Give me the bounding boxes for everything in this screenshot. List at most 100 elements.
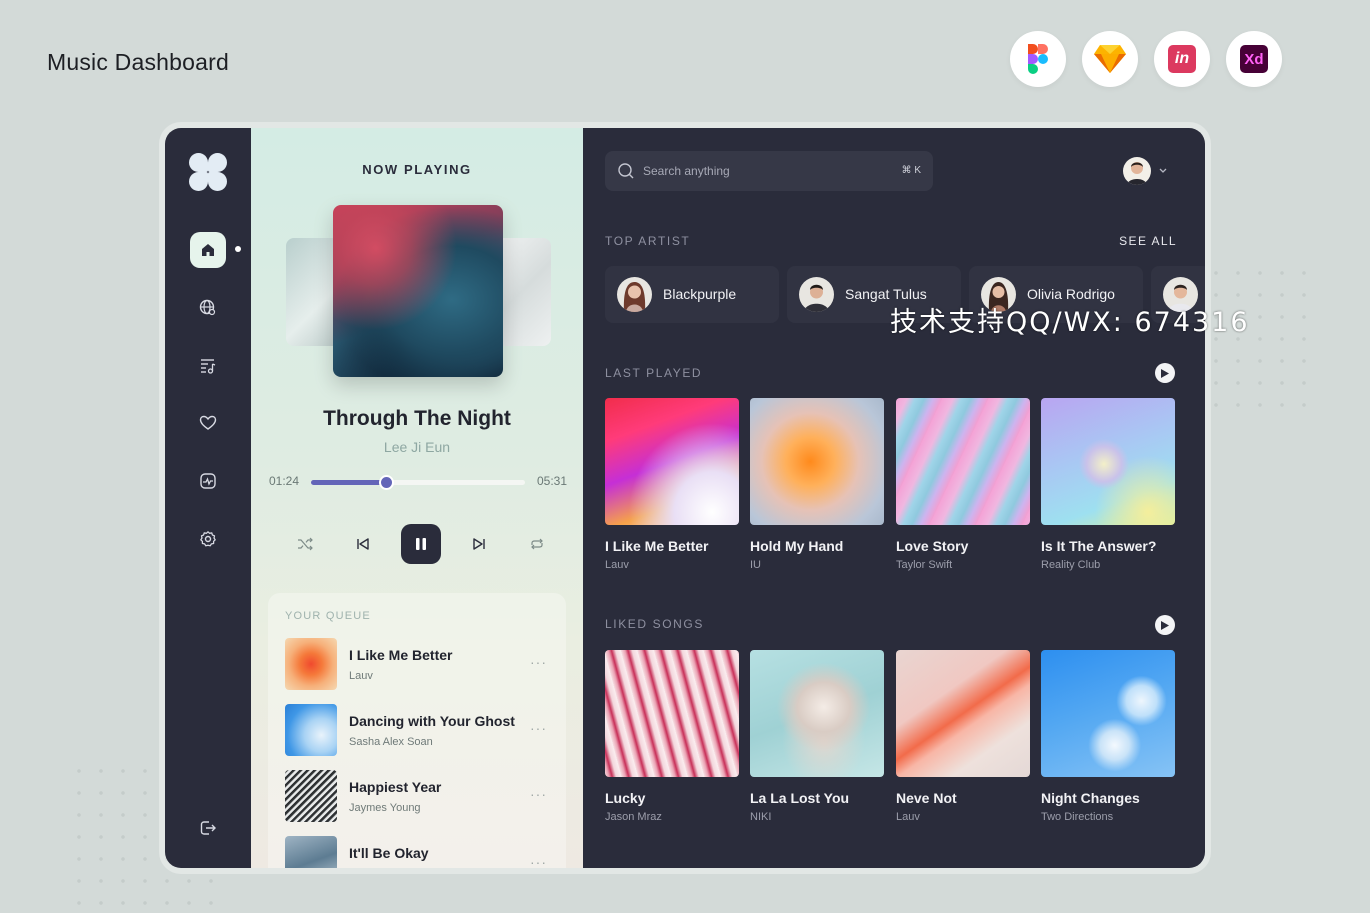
sidebar-item-explore[interactable] bbox=[190, 290, 226, 326]
shuffle-icon bbox=[298, 537, 313, 551]
figma-icon bbox=[1010, 31, 1066, 87]
queue-item-title: It'll Be Okay bbox=[349, 845, 429, 861]
sidebar-item-settings[interactable] bbox=[190, 521, 226, 557]
queue-label: YOUR QUEUE bbox=[285, 610, 371, 622]
album-artist: Lauv bbox=[896, 811, 920, 823]
next-button[interactable] bbox=[459, 524, 499, 564]
progress-fill bbox=[311, 480, 386, 485]
artist-avatar bbox=[617, 277, 652, 312]
album-artist: IU bbox=[750, 559, 761, 571]
invision-label: in bbox=[1168, 45, 1196, 73]
play-liked-songs-button[interactable] bbox=[1155, 615, 1175, 635]
search-bar[interactable]: Search anything ⌘ K bbox=[605, 151, 933, 191]
more-options-button[interactable]: ··· bbox=[530, 654, 547, 670]
more-options-button[interactable]: ··· bbox=[530, 720, 547, 736]
page-title: Music Dashboard bbox=[47, 49, 229, 75]
queue-item[interactable]: It'll Be Okay ··· bbox=[285, 836, 555, 868]
album-card[interactable]: Neve Not Lauv bbox=[896, 650, 1030, 823]
queue-item-artist: Lauv bbox=[349, 670, 373, 682]
queue-item-artist: Jaymes Young bbox=[349, 802, 421, 814]
artist-chip[interactable]: Blackpurple bbox=[605, 266, 779, 323]
activity-icon bbox=[200, 473, 216, 489]
gear-icon bbox=[200, 531, 216, 547]
playlist-icon bbox=[201, 359, 216, 374]
album-artist: NIKI bbox=[750, 811, 772, 823]
album-artist: Two Directions bbox=[1041, 811, 1114, 823]
album-title: Love Story bbox=[896, 538, 969, 554]
skip-forward-icon bbox=[473, 538, 485, 550]
artist-name: Blackpurple bbox=[663, 286, 737, 302]
album-card[interactable]: La La Lost You NIKI bbox=[750, 650, 884, 823]
search-shortcut: ⌘ K bbox=[901, 165, 921, 176]
album-cover bbox=[1041, 398, 1175, 525]
sidebar-item-home[interactable] bbox=[190, 232, 226, 268]
pause-icon bbox=[416, 538, 426, 550]
repeat-button[interactable] bbox=[517, 524, 557, 564]
queue-item-artist: Sasha Alex Soan bbox=[349, 736, 433, 748]
album-cover bbox=[896, 398, 1030, 525]
album-artist: Reality Club bbox=[1041, 559, 1101, 571]
skip-back-icon bbox=[357, 538, 369, 550]
liked-songs-heading: LIKED SONGS bbox=[605, 617, 704, 631]
album-title: I Like Me Better bbox=[605, 538, 709, 554]
now-playing-panel: NOW PLAYING Through The Night Lee Ji Eun… bbox=[251, 128, 583, 868]
sidebar-item-playlist[interactable] bbox=[190, 348, 226, 384]
album-cover bbox=[750, 398, 884, 525]
queue-item[interactable]: Dancing with Your Ghost Sasha Alex Soan … bbox=[285, 704, 555, 756]
search-input[interactable]: Search anything bbox=[643, 164, 730, 178]
album-card[interactable]: Is It The Answer? Reality Club bbox=[1041, 398, 1175, 571]
user-avatar[interactable] bbox=[1123, 157, 1151, 185]
album-card[interactable]: Night Changes Two Directions bbox=[1041, 650, 1175, 823]
xd-label: Xd bbox=[1240, 45, 1268, 73]
play-icon bbox=[1161, 620, 1169, 630]
album-cover bbox=[750, 650, 884, 777]
more-options-button[interactable]: ··· bbox=[530, 786, 547, 802]
dot-grid-right bbox=[1205, 262, 1315, 422]
queue-item[interactable]: Happiest Year Jaymes Young ··· bbox=[285, 770, 555, 822]
top-artist-heading: TOP ARTIST bbox=[605, 234, 691, 248]
repeat-icon bbox=[531, 538, 543, 550]
watermark-text: 技术支持QQ/WX: 674316 bbox=[890, 307, 1250, 338]
album-cover bbox=[1041, 650, 1175, 777]
album-card[interactable]: Love Story Taylor Swift bbox=[896, 398, 1030, 571]
album-card[interactable]: Hold My Hand IU bbox=[750, 398, 884, 571]
album-art bbox=[333, 205, 503, 377]
adobe-xd-icon: Xd bbox=[1226, 31, 1282, 87]
album-title: Is It The Answer? bbox=[1041, 538, 1157, 554]
chevron-down-icon[interactable] bbox=[1158, 166, 1168, 179]
queue-thumbnail bbox=[285, 836, 337, 868]
song-title: Through The Night bbox=[323, 407, 511, 430]
progress-handle[interactable] bbox=[378, 475, 394, 490]
active-indicator bbox=[235, 246, 241, 252]
sketch-icon bbox=[1082, 31, 1138, 87]
queue-panel: YOUR QUEUE I Like Me Better Lauv ··· Dan… bbox=[268, 593, 566, 868]
sidebar-item-favorites[interactable] bbox=[190, 405, 226, 441]
queue-item-title: Dancing with Your Ghost bbox=[349, 713, 515, 729]
play-last-played-button[interactable] bbox=[1155, 363, 1175, 383]
logout-button[interactable] bbox=[190, 810, 226, 846]
album-artist: Taylor Swift bbox=[896, 559, 953, 571]
album-artist: Jason Mraz bbox=[605, 811, 662, 823]
see-all-link[interactable]: SEE ALL bbox=[1119, 234, 1177, 248]
invision-icon: in bbox=[1154, 31, 1210, 87]
album-title: Neve Not bbox=[896, 790, 957, 806]
progress-bar[interactable] bbox=[311, 475, 525, 490]
album-cover bbox=[605, 398, 739, 525]
main-content: Search anything ⌘ K TOP ARTIST SEE ALL B… bbox=[583, 128, 1205, 868]
more-options-button[interactable]: ··· bbox=[530, 854, 547, 868]
album-card[interactable]: Lucky Jason Mraz bbox=[605, 650, 739, 823]
queue-item[interactable]: I Like Me Better Lauv ··· bbox=[285, 638, 555, 690]
album-card[interactable]: I Like Me Better Lauv bbox=[605, 398, 739, 571]
shuffle-button[interactable] bbox=[285, 524, 325, 564]
album-title: Lucky bbox=[605, 790, 646, 806]
pause-button[interactable] bbox=[401, 524, 441, 564]
globe-icon bbox=[199, 299, 216, 316]
song-artist: Lee Ji Eun bbox=[383, 439, 451, 455]
sidebar-item-inbox[interactable] bbox=[190, 463, 226, 499]
elapsed-time: 01:24 bbox=[269, 474, 300, 488]
album-title: Hold My Hand bbox=[750, 538, 844, 554]
queue-thumbnail bbox=[285, 638, 337, 690]
previous-button[interactable] bbox=[343, 524, 383, 564]
home-icon bbox=[202, 244, 214, 256]
album-cover bbox=[896, 650, 1030, 777]
